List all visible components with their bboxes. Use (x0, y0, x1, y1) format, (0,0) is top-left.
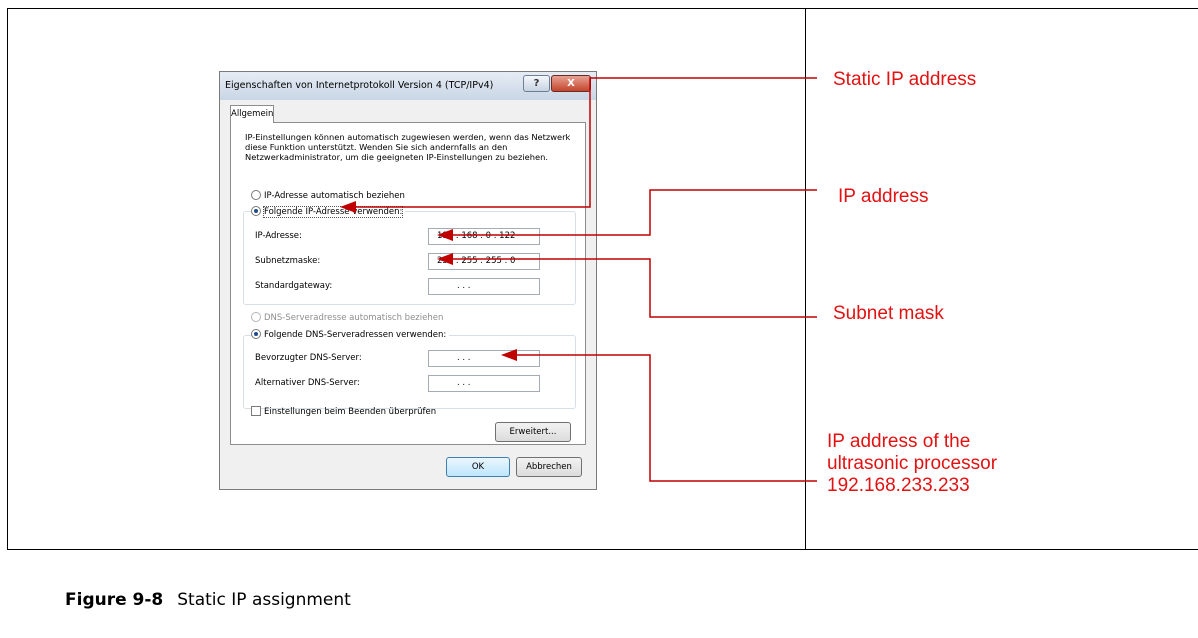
arrowhead-ip-address (437, 229, 453, 241)
callout-line-subnet-mask (442, 258, 817, 318)
figure-number: Figure 9-8 (65, 590, 164, 610)
annotation-processor-ip-line2: ultrasonic processor (827, 453, 998, 474)
annotation-static-ip: Static IP address (833, 69, 977, 90)
annotation-ip-address: IP address (838, 186, 929, 207)
annotation-processor-ip-line3: 192.168.233.233 (827, 475, 970, 496)
arrowhead-subnet-mask (437, 253, 453, 265)
callout-line-static-ip (345, 77, 817, 208)
annotation-processor-ip-line1: IP address of the (827, 431, 971, 452)
callout-line-ip-address (442, 189, 817, 236)
figure-caption: Figure 9-8 Static IP assignment (65, 590, 351, 610)
arrowhead-processor-ip (501, 349, 517, 361)
arrowhead-static-ip (340, 201, 356, 213)
figure-title: Static IP assignment (177, 590, 351, 610)
callout-line-processor-ip (506, 354, 817, 482)
annotation-subnet-mask: Subnet mask (833, 303, 944, 324)
callout-lines (340, 77, 817, 482)
tab-allgemein[interactable]: Allgemein (230, 105, 274, 123)
